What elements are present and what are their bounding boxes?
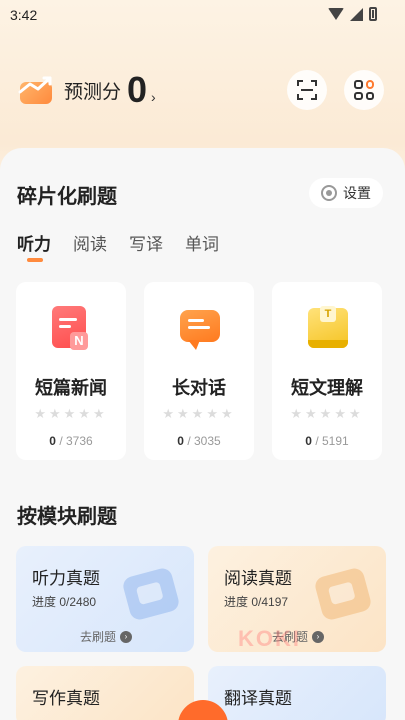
fragment-section-title: 碎片化刷题 — [17, 186, 117, 208]
module-title: 写作真题 — [32, 689, 100, 708]
grid-icon — [354, 80, 374, 100]
tab-listening[interactable]: 听力 — [17, 230, 51, 262]
card-short-news[interactable]: N 短篇新闻 ★★★★★ 0 / 3736 — [16, 282, 126, 460]
battery-icon — [369, 7, 377, 21]
module-section-title: 按模块刷题 — [17, 506, 117, 528]
star-rating: ★★★★★ — [290, 406, 364, 421]
go-practice-label: 去刷题 — [80, 630, 117, 644]
book-badge: T — [320, 306, 336, 322]
news-badge: N — [70, 332, 88, 350]
module-writing[interactable]: 写作真题 — [16, 666, 194, 720]
settings-button[interactable]: 设置 — [309, 178, 383, 208]
module-title: 听力真题 — [32, 569, 100, 588]
predicted-score[interactable]: 预测分 0 › — [16, 72, 156, 108]
card-title: 短篇新闻 — [35, 378, 107, 398]
module-listening[interactable]: 听力真题 进度 0/2480 去刷题 › — [16, 546, 194, 652]
trend-chart-icon — [16, 74, 56, 106]
tab-reading[interactable]: 阅读 — [73, 230, 107, 255]
scan-icon — [297, 80, 317, 100]
module-title: 翻译真题 — [224, 689, 292, 708]
progress-total: / 3035 — [183, 434, 221, 448]
score-value: 0 — [127, 69, 148, 110]
tab-writing-translation[interactable]: 写译 — [129, 230, 163, 255]
gear-icon — [321, 185, 337, 201]
book-deco-icon — [313, 566, 373, 622]
module-translation[interactable]: 翻译真题 — [208, 666, 386, 720]
watermark-logo: KOKI — [238, 626, 301, 651]
card-progress: 0 / 3035 — [144, 434, 254, 448]
star-rating: ★★★★★ — [162, 406, 236, 421]
progress-done: 0 — [305, 434, 312, 448]
module-progress: 进度 0/4197 — [224, 595, 289, 609]
progress-done: 0 — [177, 434, 184, 448]
practice-cards: N 短篇新闻 ★★★★★ 0 / 3736 长对话 ★★★★★ 0 / 3035… — [16, 282, 382, 460]
chat-bubble-icon — [178, 304, 220, 352]
scan-button[interactable] — [287, 70, 327, 110]
card-passage-comprehension[interactable]: T 短文理解 ★★★★★ 0 / 5191 — [272, 282, 382, 460]
status-time: 3:42 — [10, 7, 38, 23]
card-title: 长对话 — [172, 378, 226, 398]
progress-total: / 3736 — [55, 434, 93, 448]
go-practice-link[interactable]: 去刷题 › — [80, 628, 133, 645]
arrow-right-icon: › — [120, 630, 133, 643]
status-icons — [328, 7, 377, 21]
card-progress: 0 / 3736 — [16, 434, 126, 448]
tab-vocabulary[interactable]: 单词 — [185, 230, 219, 255]
settings-label: 设置 — [343, 185, 371, 201]
tv-icon — [121, 566, 181, 622]
signal-icon — [350, 7, 363, 21]
apps-button[interactable] — [344, 70, 384, 110]
wifi-icon — [328, 8, 344, 20]
skill-tabs: 听力 阅读 写译 单词 — [17, 230, 219, 262]
star-rating: ★★★★★ — [34, 406, 108, 421]
module-grid: 听力真题 进度 0/2480 去刷题 › 阅读真题 进度 0/4197 去刷题 › … — [16, 546, 386, 720]
status-bar: 3:42 — [0, 0, 405, 30]
card-title: 短文理解 — [291, 378, 363, 398]
progress-total: / 5191 — [311, 434, 349, 448]
book-icon: T — [306, 304, 348, 352]
progress-done: 0 — [49, 434, 56, 448]
module-progress: 进度 0/2480 — [32, 595, 97, 609]
arrow-right-icon: › — [312, 630, 325, 643]
card-progress: 0 / 5191 — [272, 434, 382, 448]
module-title: 阅读真题 — [224, 569, 292, 588]
news-doc-icon: N — [50, 304, 92, 352]
score-label: 预测分 — [64, 81, 122, 103]
chevron-right-icon: › — [151, 89, 156, 105]
card-long-dialogue[interactable]: 长对话 ★★★★★ 0 / 3035 — [144, 282, 254, 460]
